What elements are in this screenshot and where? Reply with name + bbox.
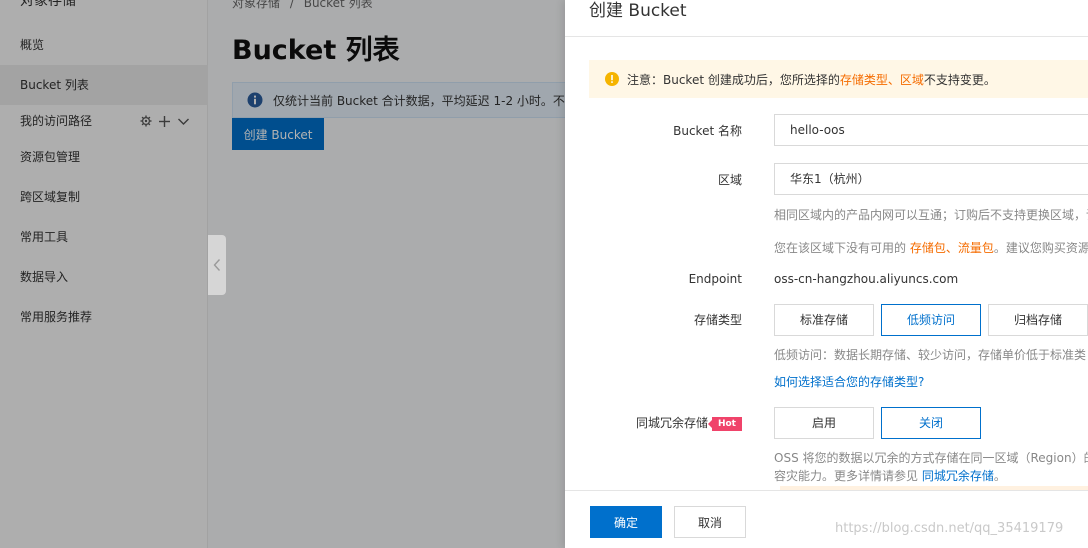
warning-suffix: 不支持变更。 bbox=[923, 72, 996, 87]
warning-icon bbox=[605, 72, 619, 86]
drawer-header: 创建 Bucket bbox=[565, 0, 1088, 37]
traffic-package-link[interactable]: 流量包 bbox=[958, 241, 994, 255]
resource-help-suffix: 。建议您购买资源 bbox=[993, 241, 1088, 255]
storage-class-guide-link[interactable]: 如何选择适合您的存储类型? bbox=[774, 373, 924, 390]
endpoint-label: Endpoint bbox=[688, 272, 742, 286]
resource-help-separator: 、 bbox=[945, 241, 958, 255]
warning-banner: 注意：Bucket 创建成功后，您所选择的 存储类型 、 区域 不支持变更。 bbox=[589, 60, 1088, 98]
redundancy-disable-option[interactable]: 关闭 bbox=[881, 407, 981, 439]
confirm-button[interactable]: 确定 bbox=[590, 506, 662, 538]
redundancy-more-suffix: 。 bbox=[993, 469, 1006, 483]
region-select[interactable]: 华东1（杭州） bbox=[774, 163, 1088, 195]
cancel-button[interactable]: 取消 bbox=[674, 506, 746, 538]
resource-help-prefix: 您在该区域下没有可用的 bbox=[774, 241, 910, 255]
storage-class-archive-option[interactable]: 归档存储 bbox=[988, 304, 1088, 336]
storage-class-label: 存储类型 bbox=[693, 313, 742, 327]
modal-overlay[interactable] bbox=[0, 0, 565, 548]
chevron-left-icon bbox=[213, 259, 221, 271]
bucket-name-label: Bucket 名称 bbox=[673, 124, 742, 138]
redundancy-label: 同城冗余存储 Hot bbox=[636, 414, 742, 431]
storage-class-help-text: 低频访问：数据长期存储、较少访问，存储单价低于标准类 bbox=[774, 348, 1087, 362]
drawer-footer: 确定 取消 https://blog.csdn.net/qq_35419179 bbox=[565, 490, 1088, 548]
redundancy-more-prefix: 容灾能力。更多详情请参见 bbox=[774, 469, 922, 483]
storage-package-link[interactable]: 存储包 bbox=[910, 241, 946, 255]
region-help-text: 相同区域内的产品内网可以互通；订购后不支持更换区域，请 bbox=[774, 208, 1088, 222]
region-label: 区域 bbox=[717, 173, 742, 187]
redundancy-doc-link[interactable]: 同城冗余存储 bbox=[922, 469, 994, 483]
endpoint-value: oss-cn-hangzhou.aliyuncs.com bbox=[774, 272, 959, 286]
redundancy-help-text: OSS 将您的数据以冗余的方式存储在同一区域（Region）的 bbox=[774, 451, 1088, 465]
warning-prefix: 注意：Bucket 创建成功后，您所选择的 bbox=[627, 72, 840, 87]
warning-separator: 、 bbox=[887, 72, 900, 87]
sidebar-collapse-handle[interactable] bbox=[208, 235, 226, 295]
storage-class-standard-option[interactable]: 标准存储 bbox=[774, 304, 874, 336]
hot-badge: Hot bbox=[707, 416, 742, 431]
create-bucket-drawer: 创建 Bucket 注意：Bucket 创建成功后，您所选择的 存储类型 、 区… bbox=[565, 0, 1088, 548]
region-resource-help: 您在该区域下没有可用的 存储包、流量包。建议您购买资源 bbox=[774, 239, 1088, 256]
bucket-name-input[interactable]: hello-oos bbox=[774, 114, 1088, 146]
redundancy-enable-option[interactable]: 启用 bbox=[774, 407, 874, 439]
drawer-title: 创建 Bucket bbox=[589, 1, 687, 21]
warning-highlight-region: 区域 bbox=[899, 72, 924, 87]
storage-class-ia-option[interactable]: 低频访问 bbox=[881, 304, 981, 336]
redundancy-help-more: 容灾能力。更多详情请参见 同城冗余存储。 bbox=[774, 467, 1006, 484]
warning-highlight-storage-class: 存储类型 bbox=[839, 72, 888, 87]
watermark: https://blog.csdn.net/qq_35419179 bbox=[835, 521, 1064, 536]
redundancy-label-text: 同城冗余存储 bbox=[635, 416, 708, 430]
